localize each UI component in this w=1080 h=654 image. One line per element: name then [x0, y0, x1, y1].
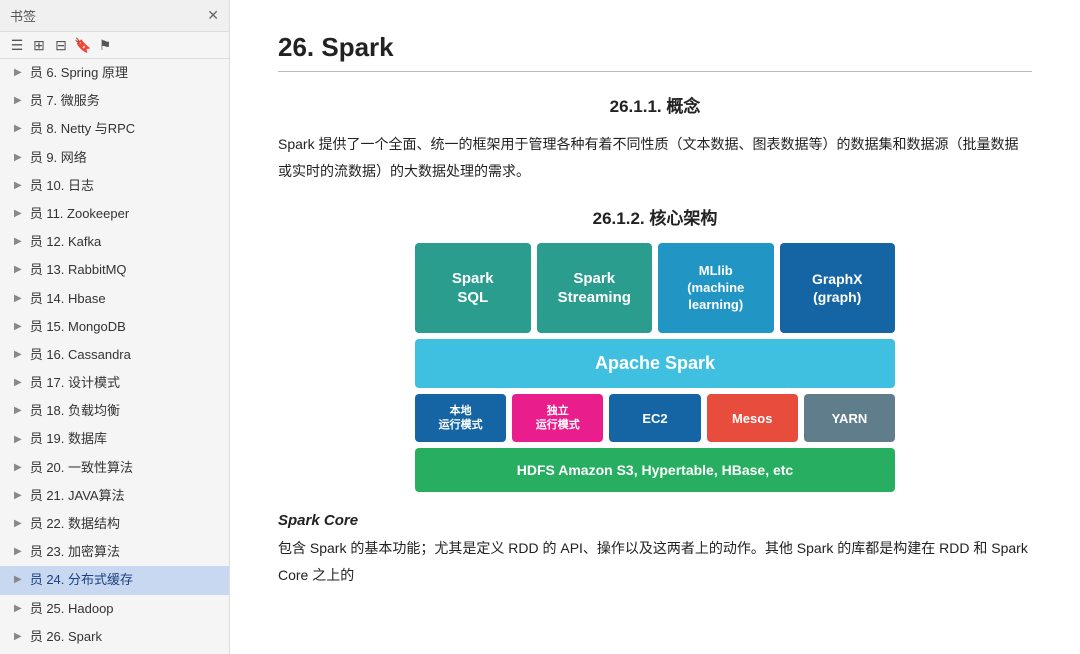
sidebar-item-7[interactable]: ▶ 员 7. 微服务	[0, 87, 229, 115]
sidebar-item-label: 员 17. 设计模式	[30, 374, 219, 392]
sidebar-item-label: 员 18. 负载均衡	[30, 402, 219, 420]
sidebar-item-label: 员 19. 数据库	[30, 430, 219, 448]
diagram-bottom-row: 本地运行模式 独立运行模式 EC2 Mesos YARN	[415, 394, 895, 442]
spark-streaming-box: SparkStreaming	[537, 243, 653, 333]
arrow-icon: ▶	[14, 545, 22, 559]
apache-spark-bar: Apache Spark	[415, 339, 895, 388]
sidebar-item-13[interactable]: ▶ 员 13. RabbitMQ	[0, 256, 229, 284]
spark-core-label: Spark Core	[278, 512, 1032, 529]
sidebar-item-26[interactable]: ▶ 员 26. Spark	[0, 623, 229, 651]
sidebar-item-12[interactable]: ▶ 员 12. Kafka	[0, 228, 229, 256]
sidebar-item-25[interactable]: ▶ 员 25. Hadoop	[0, 595, 229, 623]
spark-diagram: SparkSQL SparkStreaming MLlib(machinelea…	[415, 243, 895, 492]
sidebar-item-label: 员 10. 日志	[30, 177, 219, 195]
expand-icon[interactable]: ⊞	[30, 36, 48, 54]
hdfs-footer: HDFS Amazon S3, Hypertable, HBase, etc	[415, 448, 895, 492]
mllib-box: MLlib(machinelearning)	[658, 243, 774, 333]
sidebar-item-23[interactable]: ▶ 员 23. 加密算法	[0, 538, 229, 566]
arrow-icon: ▶	[14, 404, 22, 418]
sidebar-item-label: 员 20. 一致性算法	[30, 459, 219, 477]
spark-core-text: 包含 Spark 的基本功能；尤其是定义 RDD 的 API、操作以及这两者上的…	[278, 535, 1032, 588]
new-bookmark-icon[interactable]: ☰	[8, 36, 26, 54]
arrow-icon: ▶	[14, 235, 22, 249]
sidebar-item-11[interactable]: ▶ 员 11. Zookeeper	[0, 200, 229, 228]
arrow-icon: ▶	[14, 461, 22, 475]
ec2-box: EC2	[609, 394, 700, 442]
sidebar-item-label: 员 22. 数据结构	[30, 515, 219, 533]
mesos-box: Mesos	[707, 394, 798, 442]
sidebar-item-label: 员 14. Hbase	[30, 290, 219, 308]
sidebar: 书签 ✕ ☰ ⊞ ⊟ 🔖 ⚑ ▶ 员 6. Spring 原理 ▶ 员 7. 微…	[0, 0, 230, 654]
section1-text: Spark 提供了一个全面、统一的框架用于管理各种有着不同性质（文本数据、图表数…	[278, 131, 1032, 184]
section2-title: 26.1.2. 核心架构	[278, 204, 1032, 229]
arrow-icon: ▶	[14, 573, 22, 587]
sidebar-item-label: 员 21. JAVA算法	[30, 487, 219, 505]
arrow-icon: ▶	[14, 433, 22, 447]
arrow-icon: ▶	[14, 320, 22, 334]
sidebar-item-label: 员 26. Spark	[30, 628, 219, 646]
sidebar-item-label: 员 6. Spring 原理	[30, 64, 219, 82]
close-icon[interactable]: ✕	[207, 7, 219, 24]
arrow-icon: ▶	[14, 348, 22, 362]
sidebar-item-19[interactable]: ▶ 员 19. 数据库	[0, 425, 229, 453]
arrow-icon: ▶	[14, 263, 22, 277]
arrow-icon: ▶	[14, 602, 22, 616]
sidebar-nav: ▶ 员 6. Spring 原理 ▶ 员 7. 微服务 ▶ 员 8. Netty…	[0, 59, 229, 654]
sidebar-title: 书签	[10, 6, 36, 25]
main-content: 26. Spark 26.1.1. 概念 Spark 提供了一个全面、统一的框架…	[230, 0, 1080, 654]
arrow-icon: ▶	[14, 207, 22, 221]
sidebar-item-label: 员 24. 分布式缓存	[30, 571, 219, 589]
arrow-icon: ▶	[14, 66, 22, 80]
arrow-icon: ▶	[14, 94, 22, 108]
sidebar-item-20[interactable]: ▶ 员 20. 一致性算法	[0, 454, 229, 482]
arrow-icon: ▶	[14, 179, 22, 193]
sidebar-item-18[interactable]: ▶ 员 18. 负载均衡	[0, 397, 229, 425]
sidebar-item-8[interactable]: ▶ 员 8. Netty 与RPC	[0, 115, 229, 143]
sidebar-item-label: 员 16. Cassandra	[30, 346, 219, 364]
standalone-mode-box: 独立运行模式	[512, 394, 603, 442]
sidebar-item-label: 员 23. 加密算法	[30, 543, 219, 561]
sidebar-item-10[interactable]: ▶ 员 10. 日志	[0, 172, 229, 200]
yarn-box: YARN	[804, 394, 895, 442]
local-mode-box: 本地运行模式	[415, 394, 506, 442]
spark-sql-box: SparkSQL	[415, 243, 531, 333]
sidebar-item-24[interactable]: ▶ 员 24. 分布式缓存	[0, 566, 229, 594]
sidebar-item-6[interactable]: ▶ 员 6. Spring 原理	[0, 59, 229, 87]
sidebar-item-9[interactable]: ▶ 员 9. 网络	[0, 144, 229, 172]
sidebar-item-label: 员 7. 微服务	[30, 92, 219, 110]
sidebar-item-14[interactable]: ▶ 员 14. Hbase	[0, 285, 229, 313]
sidebar-item-label: 员 15. MongoDB	[30, 318, 219, 336]
sidebar-item-17[interactable]: ▶ 员 17. 设计模式	[0, 369, 229, 397]
sidebar-item-21[interactable]: ▶ 员 21. JAVA算法	[0, 482, 229, 510]
arrow-icon: ▶	[14, 376, 22, 390]
arrow-icon: ▶	[14, 151, 22, 165]
arrow-icon: ▶	[14, 292, 22, 306]
arrow-icon: ▶	[14, 517, 22, 531]
sidebar-toolbar: ☰ ⊞ ⊟ 🔖 ⚑	[0, 32, 229, 59]
sidebar-item-label: 员 9. 网络	[30, 149, 219, 167]
page-title: 26. Spark	[278, 32, 1032, 72]
toolbar-icons: ☰ ⊞ ⊟ 🔖 ⚑	[8, 36, 114, 54]
sidebar-item-label: 员 25. Hadoop	[30, 600, 219, 618]
sidebar-item-label: 员 13. RabbitMQ	[30, 261, 219, 279]
sidebar-item-15[interactable]: ▶ 员 15. MongoDB	[0, 313, 229, 341]
sidebar-item-label: 员 8. Netty 与RPC	[30, 120, 219, 138]
bookmark-icon[interactable]: 🔖	[74, 36, 92, 54]
section1-title: 26.1.1. 概念	[278, 92, 1032, 117]
arrow-icon: ▶	[14, 122, 22, 136]
sidebar-header: 书签 ✕	[0, 0, 229, 32]
arrow-icon: ▶	[14, 630, 22, 644]
sidebar-item-22[interactable]: ▶ 员 22. 数据结构	[0, 510, 229, 538]
diagram-top-row: SparkSQL SparkStreaming MLlib(machinelea…	[415, 243, 895, 333]
sidebar-item-label: 员 12. Kafka	[30, 233, 219, 251]
tag-icon[interactable]: ⚑	[96, 36, 114, 54]
collapse-icon[interactable]: ⊟	[52, 36, 70, 54]
sidebar-item-16[interactable]: ▶ 员 16. Cassandra	[0, 341, 229, 369]
arrow-icon: ▶	[14, 489, 22, 503]
graphx-box: GraphX(graph)	[780, 243, 896, 333]
sidebar-item-label: 员 11. Zookeeper	[30, 205, 219, 223]
